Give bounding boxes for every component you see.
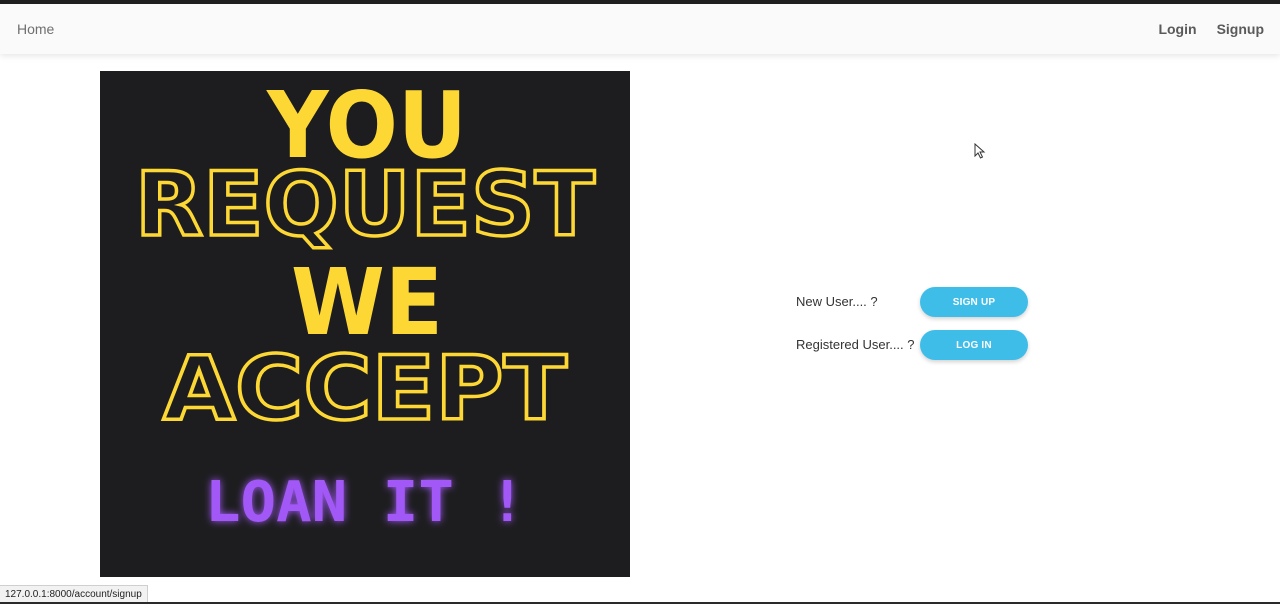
promo-banner-graphic: YOU REQUEST WE ACCEPT LOAN IT ! [100,71,630,577]
nav-signup-link[interactable]: Signup [1217,21,1264,37]
nav-right-links: Login Signup [1158,21,1264,37]
banner-text-loan-it: LOAN IT ! [205,470,525,535]
nav-home-link[interactable]: Home [17,21,54,37]
login-button[interactable]: LOG IN [920,330,1028,360]
mouse-cursor-icon [974,143,986,159]
nav-login-link[interactable]: Login [1158,21,1196,37]
navbar: Home Login Signup [0,4,1280,54]
page: Home Login Signup YOU REQUEST WE ACCEPT [0,0,1280,604]
new-user-label: New User.... ? [796,294,878,309]
registered-user-label: Registered User.... ? [796,337,915,352]
banner-text-request: REQUEST [135,153,595,256]
auth-prompt-panel: New User.... ? SIGN UP Registered User..… [796,287,1036,373]
signup-button[interactable]: SIGN UP [920,287,1028,317]
banner-text-accept: ACCEPT [163,337,567,440]
registered-user-row: Registered User.... ? LOG IN [796,330,1036,360]
promo-banner-image: YOU REQUEST WE ACCEPT LOAN IT ! [100,71,630,577]
new-user-row: New User.... ? SIGN UP [796,287,1036,317]
